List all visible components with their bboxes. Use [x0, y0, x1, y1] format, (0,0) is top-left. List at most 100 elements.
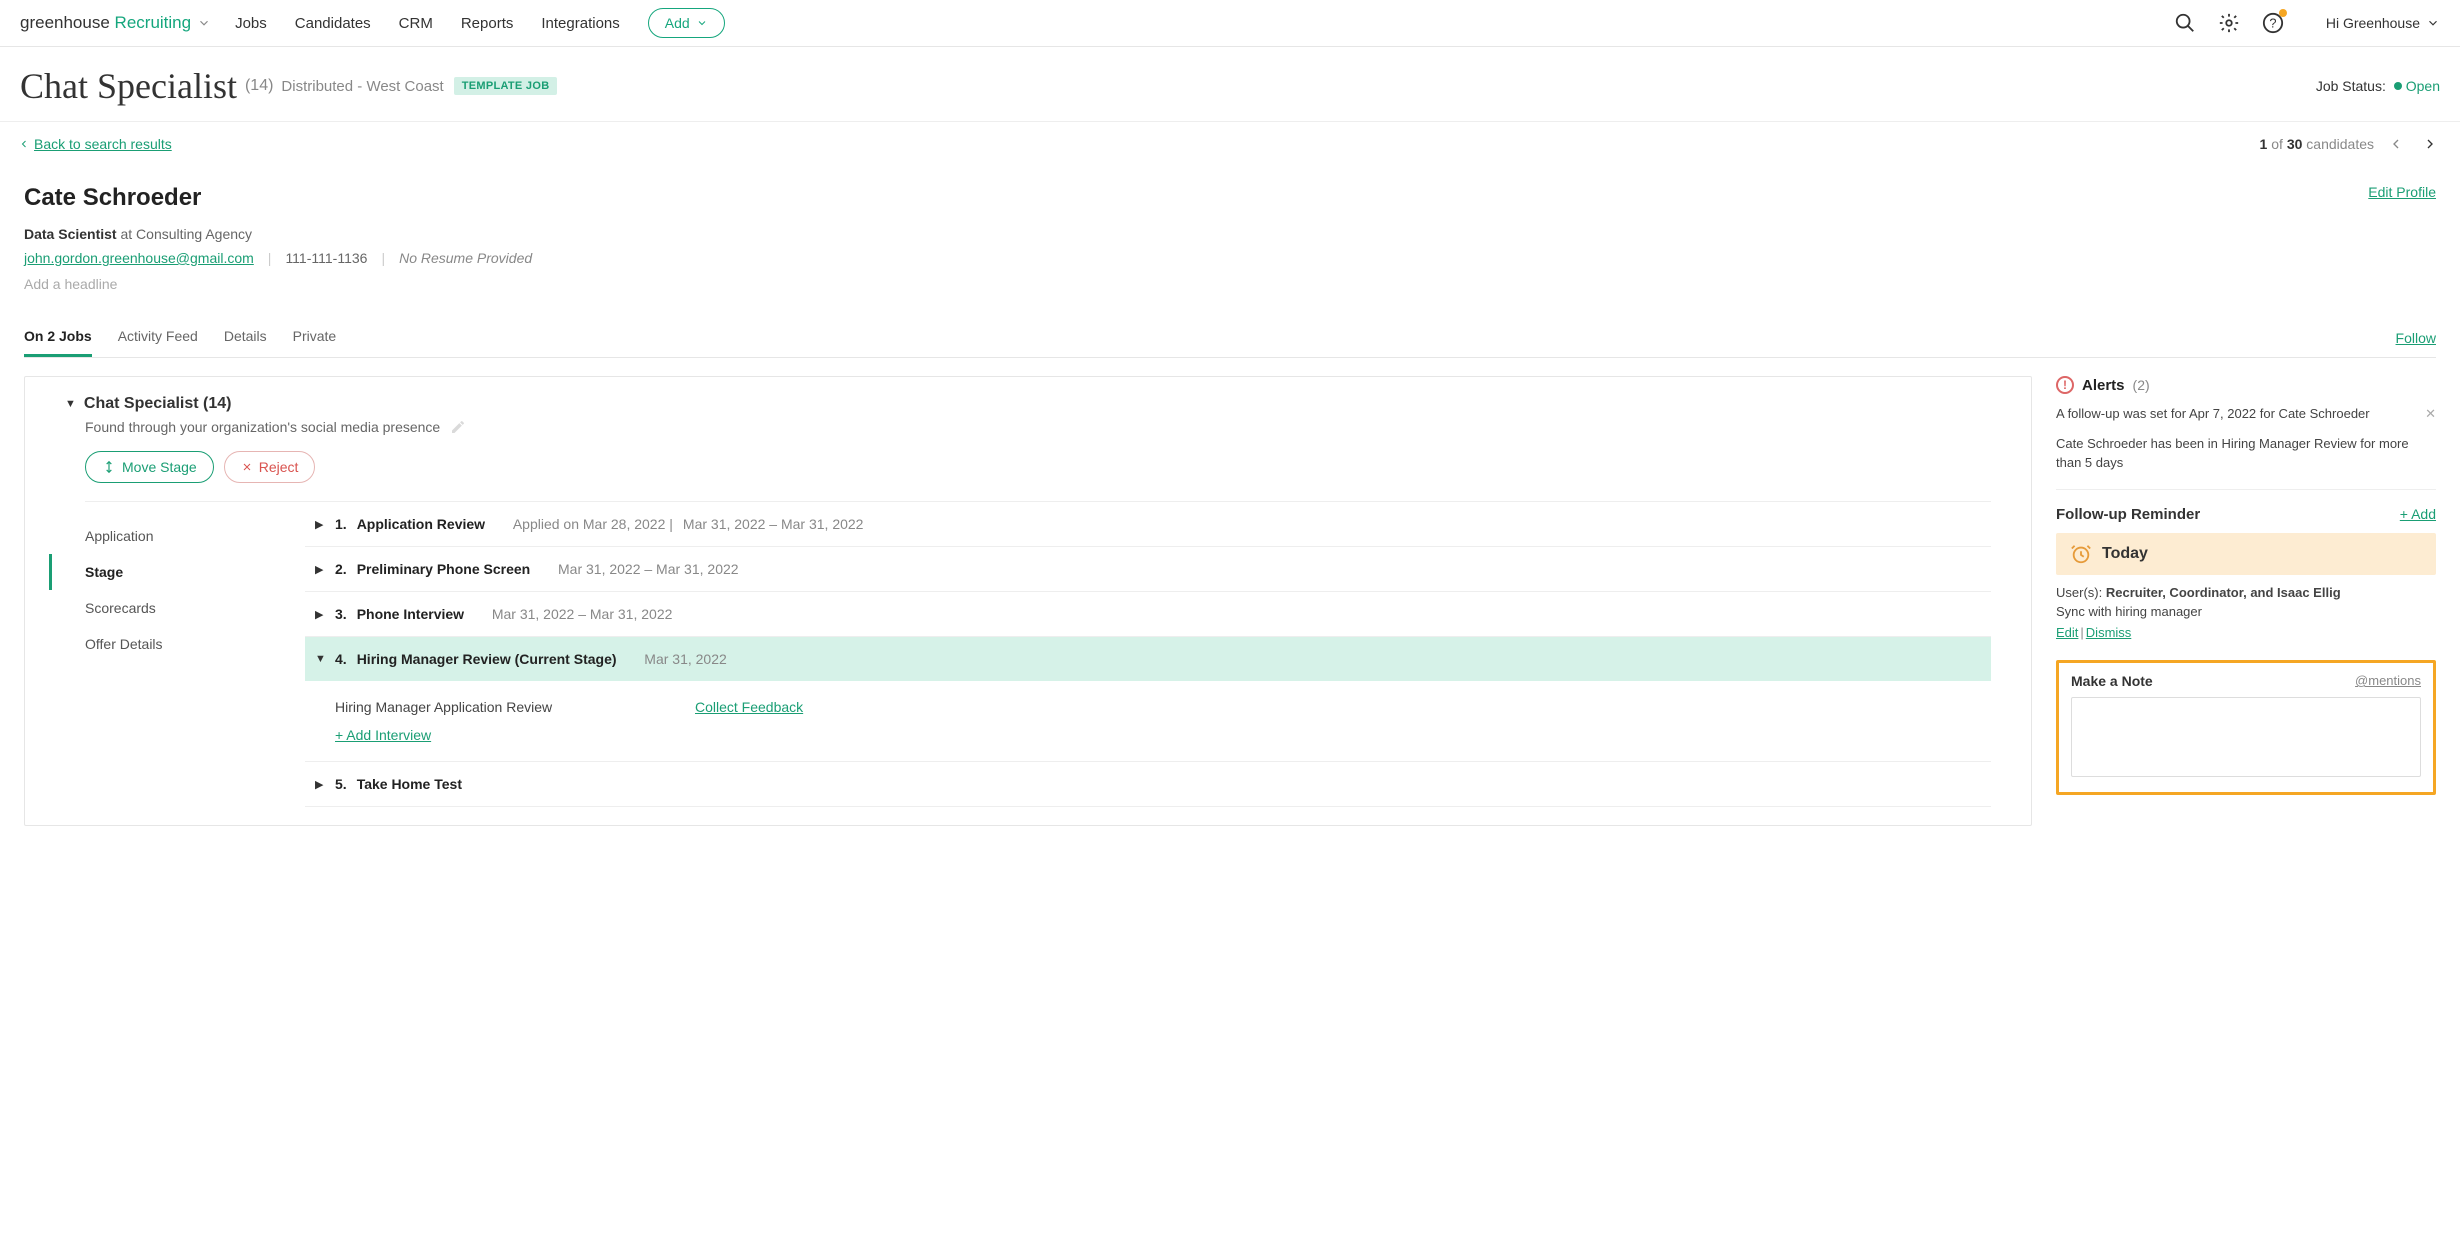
- job-location: Distributed - West Coast: [281, 78, 443, 95]
- tab-private[interactable]: Private: [293, 318, 337, 357]
- pager-prev[interactable]: [2384, 132, 2408, 156]
- right-column: ! Alerts (2) A follow-up was set for Apr…: [2056, 376, 2436, 795]
- job-status-label: Job Status:: [2316, 78, 2386, 94]
- stage-dates: Mar 31, 2022 – Mar 31, 2022: [683, 516, 864, 532]
- reject-button[interactable]: Reject: [224, 451, 316, 483]
- followup-header: Follow-up Reminder + Add: [2056, 506, 2436, 523]
- help-icon[interactable]: ?: [2262, 12, 2284, 34]
- pencil-icon[interactable]: [450, 419, 466, 435]
- add-interview-link[interactable]: + Add Interview: [335, 727, 431, 743]
- active-indicator: [49, 554, 52, 590]
- job-title: Chat Specialist: [20, 65, 237, 107]
- nav-jobs[interactable]: Jobs: [235, 15, 267, 32]
- nav-reports[interactable]: Reports: [461, 15, 514, 32]
- divider: [2056, 489, 2436, 490]
- edit-dismiss: Edit|Dismiss: [2056, 625, 2436, 640]
- content-row: Application Stage Scorecards Offer Detai…: [25, 502, 2031, 807]
- help-badge-icon: [2279, 9, 2287, 17]
- note-title: Make a Note: [2071, 673, 2153, 689]
- logo-text-left: greenhouse: [20, 13, 110, 33]
- caret-down-icon: ▼: [65, 398, 76, 410]
- pager-current: 1: [2260, 136, 2268, 152]
- pager-of: of: [2271, 136, 2283, 152]
- add-followup-link[interactable]: + Add: [2400, 506, 2436, 522]
- alert-item: A follow-up was set for Apr 7, 2022 for …: [2056, 404, 2436, 424]
- current-stage-body: Hiring Manager Application Review Collec…: [305, 681, 1991, 762]
- stage-row[interactable]: ▶ 5. Take Home Test: [305, 762, 1991, 807]
- stage-num: 4.: [335, 651, 347, 667]
- stage-dates: Mar 31, 2022: [644, 651, 727, 667]
- alert-text: Cate Schroeder has been in Hiring Manage…: [2056, 436, 2409, 471]
- alert-item: Cate Schroeder has been in Hiring Manage…: [2056, 434, 2436, 473]
- today-label: Today: [2102, 545, 2148, 563]
- edit-profile-link[interactable]: Edit Profile: [2368, 184, 2436, 200]
- alerts-title: Alerts: [2082, 377, 2125, 394]
- found-via: Found through your organization's social…: [25, 413, 2031, 435]
- close-icon: [241, 461, 253, 473]
- found-via-text: Found through your organization's social…: [85, 419, 440, 435]
- back-row: Back to search results 1 of 30 candidate…: [0, 122, 2460, 166]
- sidenav-scorecards[interactable]: Scorecards: [85, 590, 305, 626]
- sidenav-stage[interactable]: Stage: [85, 554, 305, 590]
- job-section-title: Chat Specialist (14): [84, 395, 232, 413]
- candidate-role-title: Data Scientist: [24, 226, 117, 242]
- stage-name: Phone Interview: [357, 606, 464, 622]
- job-header: Chat Specialist (14) Distributed - West …: [0, 47, 2460, 122]
- back-link-label: Back to search results: [34, 136, 172, 152]
- pager-suffix: candidates: [2306, 136, 2374, 152]
- stage-dates: Mar 31, 2022 – Mar 31, 2022: [492, 606, 673, 622]
- user-menu[interactable]: Hi Greenhouse: [2326, 15, 2440, 31]
- pager-next[interactable]: [2418, 132, 2442, 156]
- nav-crm[interactable]: CRM: [399, 15, 433, 32]
- pager: 1 of 30 candidates: [2260, 132, 2442, 156]
- stage-row[interactable]: ▶ 1. Application Review Applied on Mar 2…: [305, 502, 1991, 547]
- sidenav-offer-details[interactable]: Offer Details: [85, 626, 305, 662]
- search-icon[interactable]: [2174, 12, 2196, 34]
- nav-integrations[interactable]: Integrations: [541, 15, 619, 32]
- tab-activity-feed[interactable]: Activity Feed: [118, 318, 198, 357]
- gear-icon[interactable]: [2218, 12, 2240, 34]
- alert-text: A follow-up was set for Apr 7, 2022 for …: [2056, 406, 2370, 421]
- chevron-down-icon: [197, 16, 211, 30]
- add-button[interactable]: Add: [648, 8, 725, 38]
- nav-candidates[interactable]: Candidates: [295, 15, 371, 32]
- note-textarea[interactable]: [2071, 697, 2421, 777]
- dismiss-link[interactable]: Dismiss: [2086, 625, 2132, 640]
- move-stage-button[interactable]: Move Stage: [85, 451, 214, 483]
- sidenav-application[interactable]: Application: [85, 518, 305, 554]
- main: ▼ Chat Specialist (14) Found through you…: [0, 358, 2460, 850]
- stage-name: Preliminary Phone Screen: [357, 561, 531, 577]
- divider: |: [268, 250, 272, 266]
- stage-row-current[interactable]: ▼ 4. Hiring Manager Review (Current Stag…: [305, 637, 1991, 681]
- stage-row[interactable]: ▶ 2. Preliminary Phone Screen Mar 31, 20…: [305, 547, 1991, 592]
- job-section-header[interactable]: ▼ Chat Specialist (14): [25, 395, 2031, 413]
- no-resume-label: No Resume Provided: [399, 250, 532, 266]
- candidate-contact: john.gordon.greenhouse@gmail.com | 111-1…: [24, 250, 2436, 266]
- follow-link[interactable]: Follow: [2396, 330, 2436, 346]
- edit-link[interactable]: Edit: [2056, 625, 2078, 640]
- stage-row[interactable]: ▶ 3. Phone Interview Mar 31, 2022 – Mar …: [305, 592, 1991, 637]
- today-box: Today: [2056, 533, 2436, 575]
- candidate-role: Data Scientist at Consulting Agency: [24, 226, 2436, 242]
- add-headline[interactable]: Add a headline: [24, 276, 2436, 292]
- move-icon: [102, 460, 116, 474]
- make-note-box: Make a Note @mentions: [2056, 660, 2436, 795]
- top-nav: greenhouse Recruiting Jobs Candidates CR…: [0, 0, 2460, 47]
- stage-name: Application Review: [357, 516, 485, 532]
- job-status: Job Status: Open: [2316, 78, 2440, 94]
- tab-on-jobs[interactable]: On 2 Jobs: [24, 318, 92, 357]
- collect-feedback-link[interactable]: Collect Feedback: [695, 699, 803, 715]
- tabs-row: On 2 Jobs Activity Feed Details Private …: [24, 318, 2436, 358]
- status-dot-icon: [2394, 82, 2402, 90]
- back-link[interactable]: Back to search results: [18, 136, 172, 152]
- users-line: User(s): Recruiter, Coordinator, and Isa…: [2056, 585, 2436, 600]
- interview-label: Hiring Manager Application Review: [335, 699, 695, 715]
- logo[interactable]: greenhouse Recruiting: [20, 13, 211, 33]
- caret-right-icon: ▶: [315, 518, 325, 531]
- stage-name: Hiring Manager Review (Current Stage): [357, 651, 617, 667]
- close-icon[interactable]: ✕: [2425, 404, 2436, 424]
- mentions-link[interactable]: @mentions: [2355, 673, 2421, 688]
- side-nav: Application Stage Scorecards Offer Detai…: [85, 502, 305, 807]
- candidate-email[interactable]: john.gordon.greenhouse@gmail.com: [24, 250, 254, 266]
- tab-details[interactable]: Details: [224, 318, 267, 357]
